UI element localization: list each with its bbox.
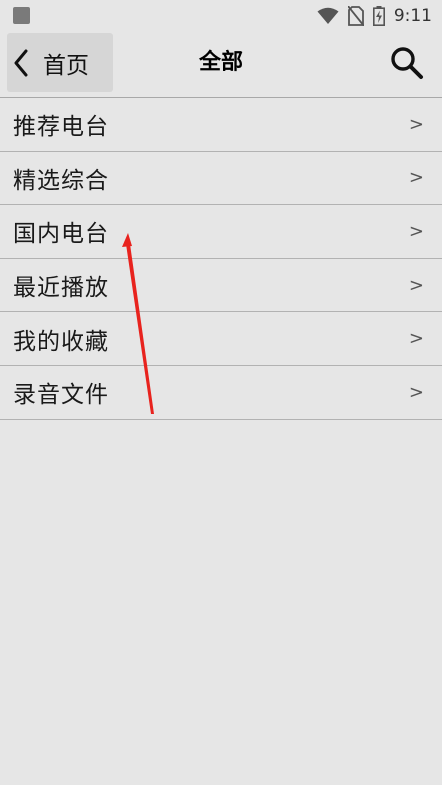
wifi-icon: [317, 7, 339, 24]
menu-item-favorites[interactable]: 我的收藏 >: [0, 312, 442, 366]
menu-item-domestic-stations[interactable]: 国内电台 >: [0, 205, 442, 259]
search-icon: [391, 47, 423, 79]
status-icons: 9:11: [317, 4, 432, 28]
status-time: 9:11: [393, 6, 432, 26]
search-button[interactable]: [390, 46, 424, 80]
chevron-right-icon: >: [408, 113, 424, 135]
menu-item-label: 国内电台: [13, 221, 109, 248]
menu-item-recordings[interactable]: 录音文件 >: [0, 366, 442, 420]
battery-charging-icon: [372, 6, 385, 26]
menu-item-label: 推荐电台: [13, 114, 109, 141]
menu-item-featured[interactable]: 精选综合 >: [0, 152, 442, 206]
menu-list: 推荐电台 > 精选综合 > 国内电台 > 最近播放 > 我的收藏 > 录音文件 …: [0, 98, 442, 420]
status-bar: 9:11: [0, 0, 442, 32]
chevron-right-icon: >: [408, 167, 424, 189]
back-label: 首页: [43, 52, 89, 79]
chevron-right-icon: >: [408, 381, 424, 403]
chevron-left-icon: [14, 49, 28, 76]
chevron-right-icon: >: [408, 220, 424, 242]
menu-item-label: 我的收藏: [13, 328, 109, 355]
menu-item-recommended-stations[interactable]: 推荐电台 >: [0, 98, 442, 152]
menu-item-label: 录音文件: [13, 382, 109, 409]
app-notification-icon: [13, 7, 30, 24]
no-sim-icon: [347, 6, 364, 26]
chevron-right-icon: >: [408, 274, 424, 296]
back-button[interactable]: 首页: [7, 33, 113, 92]
toolbar: 首页 全部: [0, 32, 442, 96]
chevron-right-icon: >: [408, 328, 424, 350]
menu-item-label: 最近播放: [13, 275, 109, 302]
menu-item-recently-played[interactable]: 最近播放 >: [0, 259, 442, 313]
menu-item-label: 精选综合: [13, 167, 109, 194]
